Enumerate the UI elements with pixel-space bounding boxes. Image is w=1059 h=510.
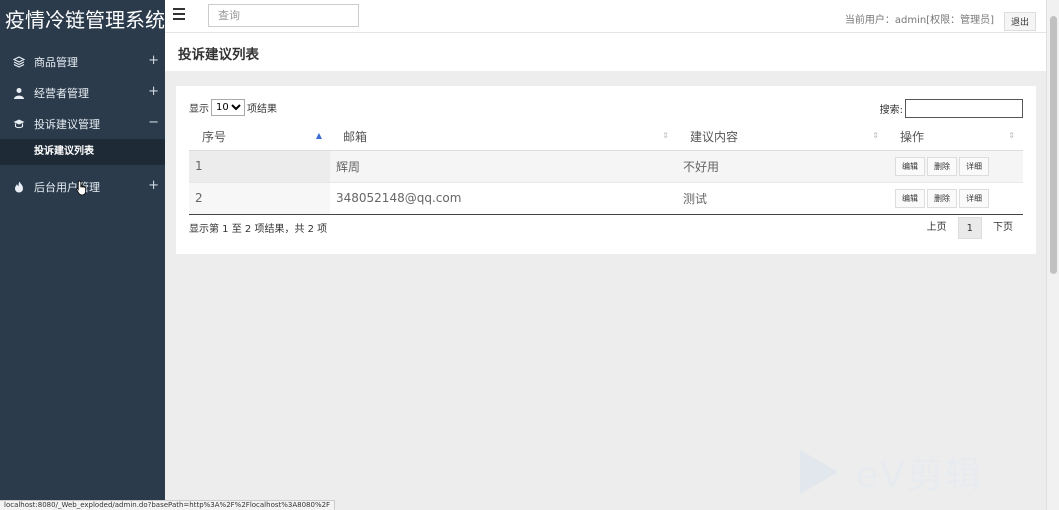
edit-button[interactable]: 编辑	[895, 188, 925, 208]
user-icon	[12, 86, 26, 100]
scrollbar-thumb[interactable]	[1050, 16, 1057, 274]
complaints-table: 序号 ▲ 邮箱 ⇕ 建议内容 ⇕ 操作 ⇕ 1 辉周 不好用 编辑 删除 详细 2 3480…	[189, 124, 1023, 215]
sort-both-icon: ⇕	[662, 131, 669, 140]
cell-id: 1	[189, 150, 330, 183]
column-header-content[interactable]: 建议内容 ⇕	[677, 124, 887, 151]
prev-page-button[interactable]: 上页	[922, 217, 952, 239]
show-prefix-label: 显示	[189, 104, 209, 115]
plus-icon[interactable]: +	[148, 77, 159, 108]
sidebar-item-label: 商品管理	[34, 55, 78, 69]
cell-actions: 编辑 删除 详细	[887, 150, 1023, 183]
table-row: 1 辉周 不好用 编辑 删除 详细	[189, 150, 1023, 183]
hand-cursor-icon	[76, 180, 86, 196]
plus-icon[interactable]: +	[148, 171, 159, 202]
table-row: 2 348052148@qq.com 测试 编辑 删除 详细	[189, 182, 1023, 215]
plus-icon[interactable]: +	[148, 46, 159, 77]
column-header-id[interactable]: 序号 ▲	[189, 124, 330, 151]
page-title: 投诉建议列表	[178, 47, 259, 63]
next-page-button[interactable]: 下页	[988, 217, 1018, 239]
cell-id: 2	[189, 182, 330, 215]
sidebar: 疫情冷链管理系统 商品管理 + 经营者管理 + 投诉建议管理 − 投诉建议列表	[0, 0, 165, 510]
column-header-email[interactable]: 邮箱 ⇕	[330, 124, 677, 151]
topbar: 当前用户：admin[权限：管理员] 退出	[165, 0, 1046, 33]
cell-content: 不好用	[677, 150, 887, 183]
current-user-info: 当前用户：admin[权限：管理员]	[844, 15, 994, 26]
cell-email: 辉周	[330, 150, 677, 183]
table-search-label: 搜索:	[879, 105, 903, 116]
sidebar-item-label: 经营者管理	[34, 86, 89, 100]
layers-icon	[12, 55, 26, 69]
search-input[interactable]	[208, 4, 359, 27]
sidebar-nav: 商品管理 + 经营者管理 + 投诉建议管理 − 投诉建议列表 后台用户管理 +	[0, 46, 165, 202]
vertical-scrollbar[interactable]	[1046, 0, 1059, 510]
page-length-control: 显示 10 项结果	[189, 99, 277, 116]
sidebar-item-label: 投诉建议管理	[34, 117, 100, 131]
sort-both-icon: ⇕	[872, 131, 879, 140]
table-header-row: 序号 ▲ 邮箱 ⇕ 建议内容 ⇕ 操作 ⇕	[189, 124, 1023, 151]
sidebar-item-operators[interactable]: 经营者管理 +	[0, 77, 165, 108]
minus-icon[interactable]: −	[148, 108, 159, 139]
page-length-select[interactable]: 10	[211, 99, 245, 116]
sort-asc-icon: ▲	[315, 131, 322, 140]
sidebar-item-goods[interactable]: 商品管理 +	[0, 46, 165, 77]
delete-button[interactable]: 删除	[927, 156, 957, 176]
cell-email: 348052148@qq.com	[330, 182, 677, 215]
sidebar-item-label: 后台用户管理	[34, 180, 100, 194]
detail-button[interactable]: 详细	[959, 156, 989, 176]
fire-icon	[12, 180, 26, 194]
cell-content: 测试	[677, 182, 887, 215]
menu-icon[interactable]	[173, 8, 185, 20]
table-search-control: 搜索:	[880, 99, 1023, 118]
edit-button[interactable]: 编辑	[895, 156, 925, 176]
show-suffix-label: 项结果	[247, 104, 277, 115]
page-number-button[interactable]: 1	[957, 217, 982, 239]
table-search-input[interactable]	[905, 99, 1023, 118]
play-logo-icon	[800, 450, 838, 494]
watermark-text: eV剪辑	[856, 455, 983, 496]
graduation-cap-icon	[12, 117, 26, 131]
delete-button[interactable]: 删除	[927, 188, 957, 208]
detail-button[interactable]: 详细	[959, 188, 989, 208]
sidebar-subitem-complaint-list[interactable]: 投诉建议列表	[0, 139, 165, 165]
sort-both-icon: ⇕	[1008, 131, 1015, 140]
app-title: 疫情冷链管理系统	[5, 8, 165, 32]
status-bar-url: localhost:8080/_Web_exploded/admin.do?ba…	[0, 500, 336, 510]
sidebar-item-complaints[interactable]: 投诉建议管理 −	[0, 108, 165, 139]
page-header: 投诉建议列表	[165, 33, 1046, 71]
column-header-actions[interactable]: 操作 ⇕	[887, 124, 1023, 151]
cell-actions: 编辑 删除 详细	[887, 182, 1023, 215]
table-info: 显示第 1 至 2 项结果，共 2 项	[189, 224, 328, 235]
logout-button[interactable]: 退出	[1004, 12, 1036, 31]
pagination: 上页 1 下页	[916, 217, 1018, 239]
table-card: 显示 10 项结果 搜索: 序号 ▲ 邮箱 ⇕ 建议内容 ⇕ 操作 ⇕ 1 辉周 不好用	[176, 86, 1036, 254]
watermark: eV剪辑	[800, 446, 983, 498]
